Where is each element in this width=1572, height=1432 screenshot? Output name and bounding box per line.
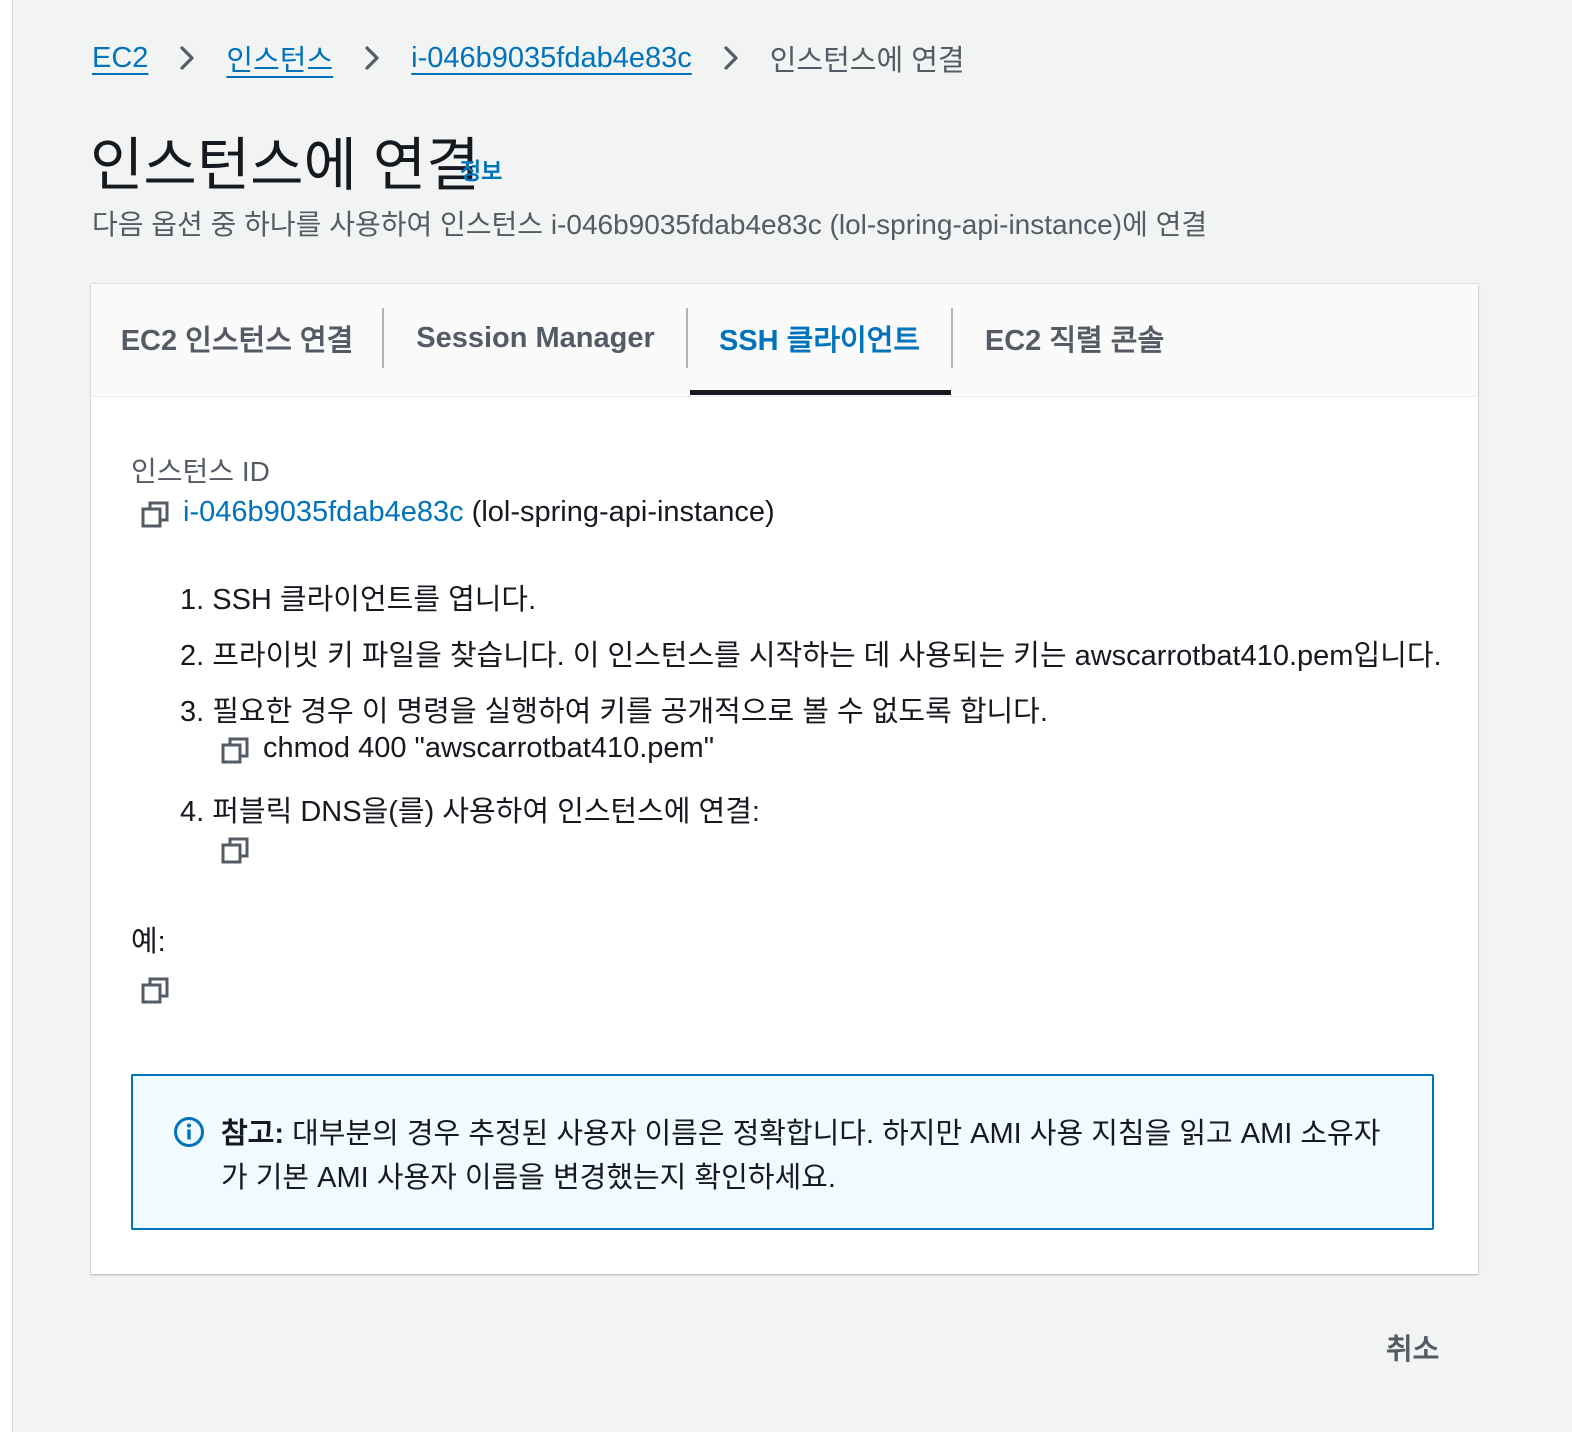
tab-ssh-client[interactable]: SSH 클라이언트 [688, 308, 951, 368]
tab-ec2-serial-console[interactable]: EC2 직렬 콘솔 [953, 308, 1196, 368]
note-label: 참고: [221, 1118, 285, 1150]
chevron-right-icon [355, 41, 389, 75]
page-description: 다음 옵션 중 하나를 사용하여 인스턴스 i-046b9035fdab4e83… [92, 209, 1208, 240]
breadcrumb-instance-id-link[interactable]: i-046b9035fdab4e83c [411, 42, 692, 75]
step-3: 3. 필요한 경우 이 명령을 실행하여 키를 공개적으로 볼 수 없도록 합니… [180, 696, 1048, 728]
example-label: 예: [131, 926, 166, 958]
note-text: 참고: 대부분의 경우 추정된 사용자 이름은 정확합니다. 하지만 AMI 사… [221, 1112, 1381, 1200]
info-circle-icon [173, 1116, 205, 1148]
chevron-right-icon [714, 41, 748, 75]
chmod-command: chmod 400 "awscarrotbat410.pem" [263, 732, 715, 764]
breadcrumb-current: 인스턴스에 연결 [769, 45, 965, 77]
cancel-button[interactable]: 취소 [1386, 1326, 1439, 1368]
instance-id-label: 인스턴스 ID [131, 456, 270, 487]
tab-ec2-instance-connect[interactable]: EC2 인스턴스 연결 [91, 308, 383, 368]
connect-panel: EC2 인스턴스 연결 Session Manager SSH 클라이언트 EC… [91, 284, 1478, 1274]
info-link[interactable]: 정보 [460, 152, 502, 186]
step-1: 1. SSH 클라이언트를 엽니다. [180, 584, 537, 616]
active-tab-indicator [690, 390, 951, 395]
copy-icon[interactable] [139, 498, 173, 532]
step-4: 4. 퍼블릭 DNS을(를) 사용하여 인스턴스에 연결: [180, 796, 760, 828]
copy-icon[interactable] [219, 734, 253, 768]
instance-id-link[interactable]: i-046b9035fdab4e83c [183, 496, 464, 528]
step-2: 2. 프라이빗 키 파일을 찾습니다. 이 인스턴스를 시작하는 데 사용되는 … [180, 640, 1442, 672]
breadcrumb: EC2 인스턴스 i-046b9035fdab4e83c 인스턴스에 연결 [92, 38, 965, 78]
note-body: 대부분의 경우 추정된 사용자 이름은 정확합니다. 하지만 AMI 사용 지침… [221, 1118, 1381, 1194]
instance-id-value: i-046b9035fdab4e83c (lol-spring-api-inst… [183, 496, 775, 529]
copy-icon[interactable] [139, 974, 173, 1008]
info-note: 참고: 대부분의 경우 추정된 사용자 이름은 정확합니다. 하지만 AMI 사… [131, 1074, 1434, 1230]
page-title: 인스턴스에 연결 [90, 133, 480, 198]
breadcrumb-ec2-link[interactable]: EC2 [92, 42, 148, 75]
tab-bar: EC2 인스턴스 연결 Session Manager SSH 클라이언트 EC… [91, 284, 1478, 397]
instance-name: (lol-spring-api-instance) [471, 496, 775, 528]
tab-session-manager[interactable]: Session Manager [384, 308, 687, 368]
breadcrumb-instances-link[interactable]: 인스턴스 [226, 37, 333, 79]
chevron-right-icon [170, 41, 204, 75]
copy-icon[interactable] [219, 834, 253, 868]
